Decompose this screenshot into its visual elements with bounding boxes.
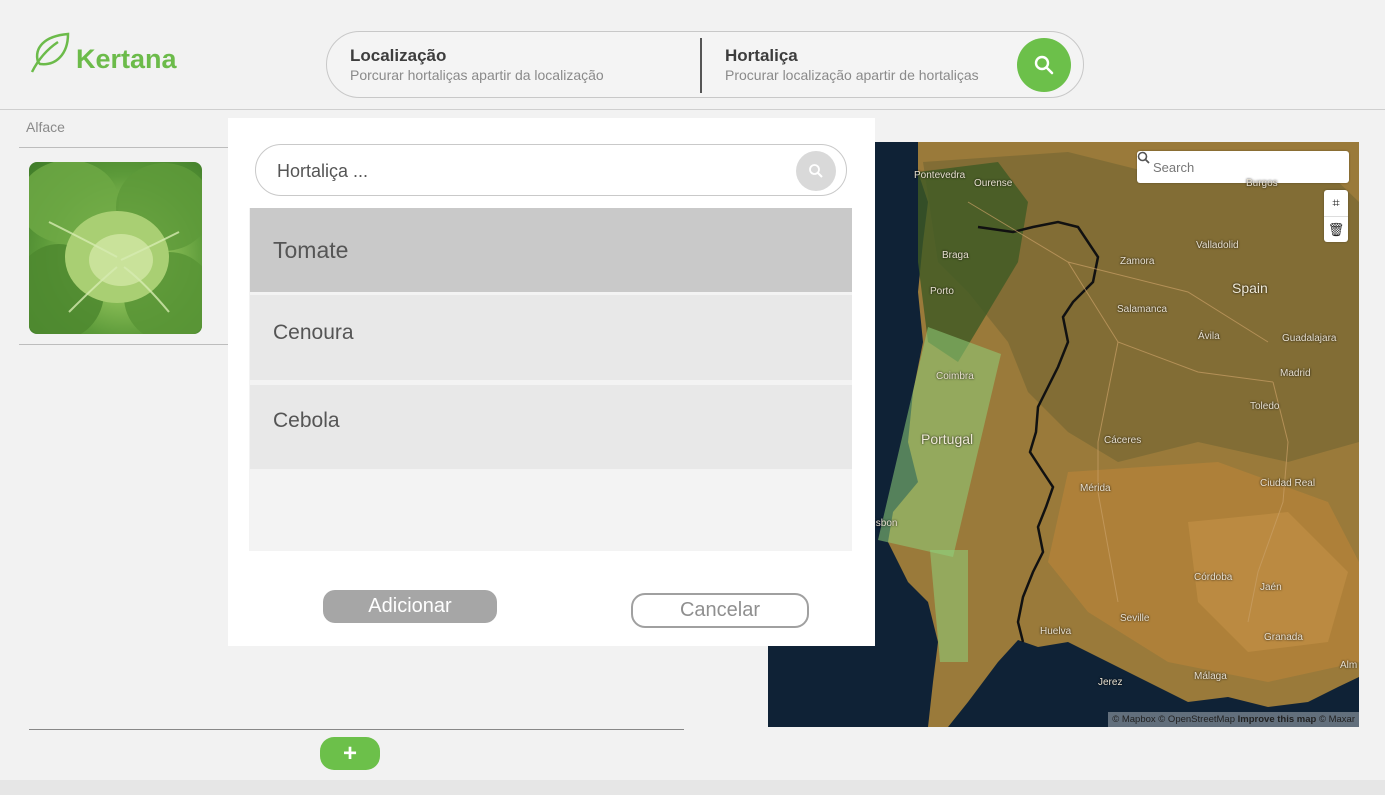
list-item-label: Cebola bbox=[273, 409, 340, 432]
map-search-placeholder: Search bbox=[1153, 159, 1195, 175]
map-label: Pontevedra bbox=[914, 170, 966, 181]
map-label: Córdoba bbox=[1194, 572, 1233, 583]
footer bbox=[0, 780, 1385, 795]
map-label: Ciudad Real bbox=[1260, 478, 1316, 489]
map-label: Seville bbox=[1120, 613, 1150, 624]
maxar-attribution[interactable]: © Maxar bbox=[1319, 714, 1355, 725]
breadcrumb[interactable]: Alface bbox=[26, 119, 65, 135]
map-label: Coimbra bbox=[936, 371, 974, 382]
map-label: Granada bbox=[1264, 632, 1303, 643]
list-item[interactable]: Cebola bbox=[250, 385, 852, 469]
vegetable-search-option[interactable]: Hortaliça Procurar localização apartir d… bbox=[725, 46, 979, 83]
vegetable-search-placeholder: Hortaliça ... bbox=[277, 161, 369, 181]
map-label: Jerez bbox=[1098, 677, 1123, 688]
map-label: Mérida bbox=[1080, 483, 1111, 494]
map-label: Zamora bbox=[1120, 256, 1155, 267]
add-vegetable-button[interactable]: Adicionar bbox=[323, 590, 497, 623]
location-title: Localização bbox=[350, 46, 447, 65]
vegetable-search-input[interactable]: Hortaliça ... bbox=[255, 144, 847, 196]
map-label: Valladolid bbox=[1196, 240, 1239, 251]
lettuce-image[interactable] bbox=[29, 162, 202, 334]
map-label: Alm bbox=[1340, 660, 1358, 671]
modal-search-button[interactable] bbox=[796, 151, 836, 191]
attribution-text[interactable]: © Mapbox © OpenStreetMap bbox=[1112, 714, 1235, 725]
map-label: Burgos bbox=[1246, 178, 1278, 189]
add-button[interactable]: + bbox=[320, 737, 380, 770]
map-label: Jaén bbox=[1260, 582, 1282, 593]
polygon-tool-icon[interactable]: ⌗ bbox=[1324, 190, 1348, 216]
map-label: Salamanca bbox=[1117, 304, 1168, 315]
map-label: Huelva bbox=[1040, 626, 1072, 637]
search-divider bbox=[700, 38, 702, 93]
map-label: Spain bbox=[1232, 280, 1268, 296]
divider bbox=[19, 147, 229, 148]
map-label: Ávila bbox=[1198, 331, 1220, 342]
map-label: Porto bbox=[930, 286, 954, 297]
map-label: Portugal bbox=[921, 431, 974, 447]
header: Kertana Localização Porcurar hortaliças … bbox=[0, 0, 1385, 110]
vegetable-picker-modal: Hortaliça ... Tomate Cenoura Cebola Adic… bbox=[228, 118, 875, 646]
search-icon bbox=[809, 164, 823, 178]
map-label: Málaga bbox=[1194, 671, 1227, 682]
lettuce-illustration bbox=[29, 162, 202, 334]
vegetable-title: Hortaliça bbox=[725, 46, 798, 65]
vegetable-subtitle: Procurar localização apartir de hortaliç… bbox=[725, 67, 979, 83]
map-label: Cáceres bbox=[1104, 435, 1142, 446]
logo[interactable]: Kertana bbox=[28, 30, 177, 76]
location-search-option[interactable]: Localização Porcurar hortaliças apartir … bbox=[350, 46, 604, 83]
map-attribution: © Mapbox © OpenStreetMap Improve this ma… bbox=[1108, 712, 1359, 727]
map-label: Guadalajara bbox=[1282, 333, 1337, 344]
search-button[interactable] bbox=[1017, 38, 1071, 92]
map-label: Braga bbox=[942, 250, 969, 261]
map-label: Toledo bbox=[1250, 401, 1280, 412]
location-subtitle: Porcurar hortaliças apartir da localizaç… bbox=[350, 67, 604, 83]
list-item-label: Tomate bbox=[273, 236, 349, 263]
app-name: Kertana bbox=[76, 43, 177, 74]
search-icon bbox=[1034, 55, 1054, 75]
improve-map-link[interactable]: Improve this map bbox=[1238, 714, 1317, 725]
cancel-button[interactable]: Cancelar bbox=[631, 593, 809, 628]
divider bbox=[19, 344, 229, 345]
search-icon bbox=[1137, 151, 1150, 164]
map-draw-tools: ⌗ 🗑 bbox=[1324, 190, 1348, 242]
map-label: Madrid bbox=[1280, 368, 1311, 379]
map-label: Ourense bbox=[974, 178, 1013, 189]
search-bar: Localização Porcurar hortaliças apartir … bbox=[326, 31, 1084, 98]
list-item[interactable]: Tomate bbox=[250, 208, 852, 292]
divider bbox=[29, 729, 684, 730]
trash-icon[interactable]: 🗑 bbox=[1324, 216, 1348, 242]
map-search-input[interactable]: Search bbox=[1137, 151, 1349, 183]
list-item[interactable]: Cenoura bbox=[250, 295, 852, 380]
list-item-label: Cenoura bbox=[273, 321, 354, 344]
leaf-icon bbox=[30, 32, 70, 73]
vegetable-list: Tomate Cenoura Cebola bbox=[249, 208, 852, 551]
